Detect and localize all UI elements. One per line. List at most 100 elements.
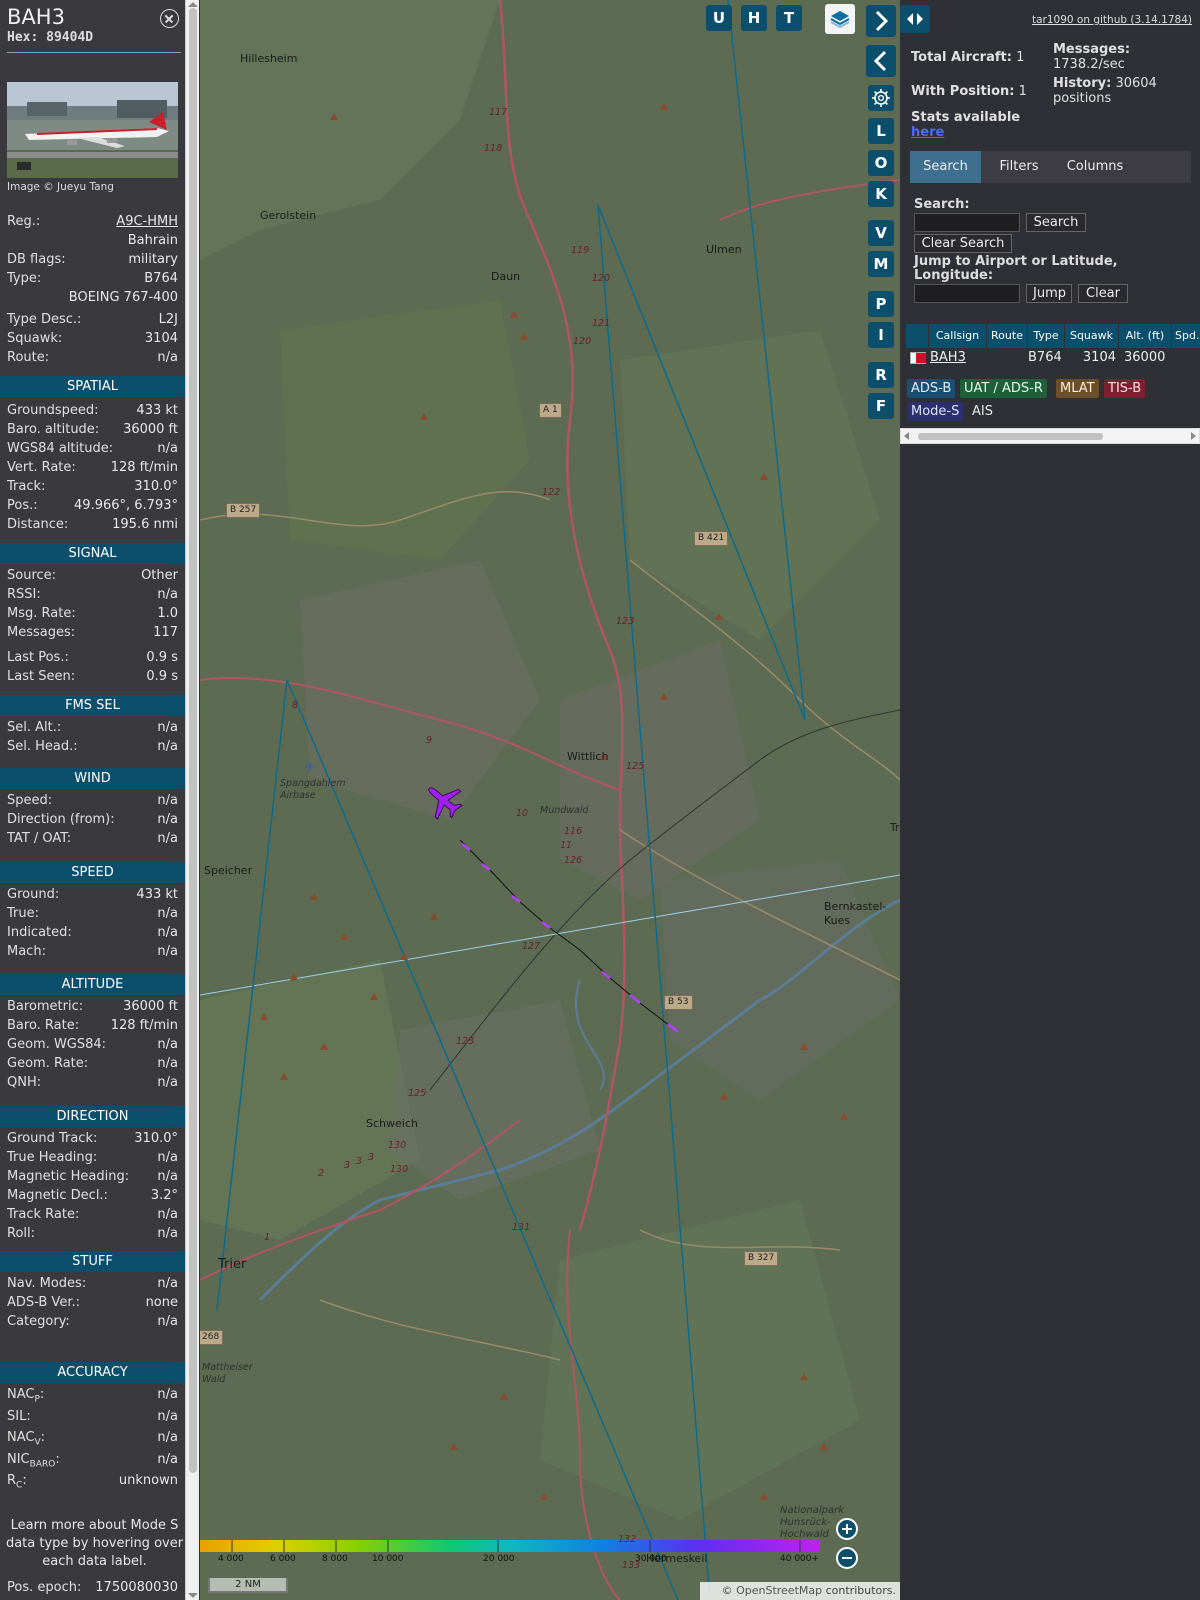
road-number: 1 (264, 1232, 271, 1243)
info-label: RSSI: (7, 587, 41, 602)
scrollbar-thumb[interactable] (189, 8, 197, 1473)
place-label: Trier (218, 1257, 247, 1272)
source-badge-adsb[interactable]: ADS-B (907, 379, 956, 398)
map-button-p[interactable]: P (868, 291, 894, 317)
info-label: NICBARO: (7, 1451, 60, 1470)
road-number: 2 (318, 1168, 325, 1179)
column-header-altitude[interactable]: Alt. (ft) (1119, 324, 1171, 348)
jump-input[interactable] (914, 284, 1020, 303)
tab-search[interactable]: Search (910, 151, 981, 183)
source-badge-modes[interactable]: Mode-S (907, 402, 964, 421)
map-view[interactable]: ✈ Hillesheim Gerolstein Daun Ulmen Wittl… (200, 0, 900, 1600)
info-label: Magnetic Decl.: (7, 1188, 108, 1203)
total-aircraft-stat: Total Aircraft: 1 (911, 50, 1025, 65)
map-button-u[interactable]: U (706, 5, 732, 31)
road-number: 123 (456, 1036, 475, 1047)
row-callsign-link[interactable]: BAH3 (930, 348, 966, 368)
map-button-o[interactable]: O (868, 150, 894, 176)
search-input[interactable] (914, 213, 1020, 232)
road-number: 10 (516, 808, 529, 819)
info-panel-scrollbar[interactable] (185, 0, 199, 1600)
info-label: Geom. WGS84: (7, 1037, 107, 1052)
collapse-panel-button[interactable] (866, 45, 896, 77)
info-value: n/a (157, 1169, 178, 1184)
map-button-t[interactable]: T (776, 5, 802, 31)
column-header-type[interactable]: Type (1028, 324, 1064, 348)
expand-panel-button[interactable] (866, 5, 896, 37)
registration-link[interactable]: A9C-HMH (116, 214, 178, 229)
tab-filters[interactable]: Filters (985, 151, 1053, 183)
road-sign: B 421 (694, 531, 729, 546)
column-header-route[interactable]: Route (987, 324, 1027, 348)
search-button[interactable]: Search (1026, 213, 1086, 232)
info-row: WGS84 altitude: n/a (7, 441, 178, 460)
road-number: 126 (564, 855, 583, 866)
info-label: WGS84 altitude: (7, 441, 114, 456)
section-header-signal: SIGNAL (0, 543, 185, 564)
info-footnote: Learn more about Mode S data type by hov… (5, 1518, 184, 1569)
map-button-r[interactable]: R (868, 362, 894, 388)
column-header-callsign[interactable]: Callsign (929, 324, 986, 348)
zoom-out-button[interactable] (836, 1547, 858, 1569)
map-button-h[interactable]: H (741, 5, 767, 31)
info-label: Sel. Head.: (7, 739, 78, 754)
scroll-up-icon[interactable] (188, 2, 198, 7)
road-sign: B 327 (744, 1251, 779, 1266)
source-badge-ais[interactable]: AIS (968, 402, 997, 421)
info-label: Last Pos.: (7, 650, 69, 665)
info-row: TAT / OAT: n/a (7, 831, 178, 850)
section-header-speed: SPEED (0, 862, 185, 883)
clear-search-button[interactable]: Clear Search (914, 234, 1012, 253)
scroll-right-icon[interactable] (1191, 432, 1196, 440)
layers-button[interactable] (825, 4, 855, 34)
scale-bar: 2 NM (208, 1578, 288, 1593)
map-button-f[interactable]: F (868, 393, 894, 419)
scrollbar-thumb[interactable] (918, 433, 1103, 440)
road-number: 116 (564, 826, 583, 837)
tab-columns[interactable]: Columns (1057, 151, 1133, 183)
column-header-squawk[interactable]: Squawk (1065, 324, 1118, 348)
with-position-stat: With Position: 1 (911, 84, 1027, 99)
toggle-sidebar-button[interactable] (900, 5, 930, 33)
table-horizontal-scrollbar[interactable] (900, 428, 1200, 444)
source-badge-tisb[interactable]: TIS-B (1104, 379, 1146, 398)
info-label: Speed: (7, 793, 53, 808)
info-value: n/a (157, 441, 178, 456)
source-badge-uat[interactable]: UAT / ADS-R (960, 379, 1047, 398)
info-label: Ground Track: (7, 1131, 98, 1146)
zoom-in-button[interactable] (836, 1518, 858, 1540)
hex-code: Hex: 89404D (7, 30, 178, 45)
info-row: NACV: n/a (7, 1430, 178, 1449)
close-icon[interactable] (160, 9, 179, 28)
map-button-l[interactable]: L (868, 118, 894, 144)
github-link[interactable]: tar1090 on github (3.14.1784) (1032, 14, 1192, 26)
source-badge-mlat[interactable]: MLAT (1056, 379, 1099, 398)
info-label: Roll: (7, 1226, 36, 1241)
map-button-i[interactable]: I (868, 322, 894, 348)
map-button-k[interactable]: K (868, 181, 894, 207)
info-row-country: Bahrain (127, 233, 178, 248)
info-label: Mach: (7, 944, 46, 959)
info-value: n/a (157, 587, 178, 602)
settings-button[interactable] (868, 85, 894, 111)
info-label: Sel. Alt.: (7, 720, 62, 735)
info-row: Track Rate: n/a (7, 1207, 178, 1226)
info-value: n/a (157, 1276, 178, 1291)
scroll-left-icon[interactable] (904, 432, 909, 440)
info-value: n/a (157, 812, 178, 827)
map-button-v[interactable]: V (868, 220, 894, 246)
info-label: NACP: (7, 1387, 45, 1405)
stats-here-link[interactable]: here (911, 125, 944, 140)
scroll-down-icon[interactable] (188, 1593, 198, 1598)
info-row: NICBARO: n/a (7, 1452, 178, 1471)
osm-link[interactable]: OpenStreetMap (736, 1584, 822, 1597)
clear-button[interactable]: Clear (1078, 284, 1128, 303)
info-row: Baro. altitude: 36000 ft (7, 422, 178, 441)
map-button-m[interactable]: M (868, 251, 894, 277)
column-header-speed[interactable]: Spd. (1172, 324, 1200, 348)
jump-button[interactable]: Jump (1026, 284, 1072, 303)
road-number: 127 (522, 941, 541, 952)
info-row: Source: Other (7, 568, 178, 587)
aircraft-photo[interactable] (7, 82, 178, 178)
place-label: Hillesheim (240, 52, 298, 65)
